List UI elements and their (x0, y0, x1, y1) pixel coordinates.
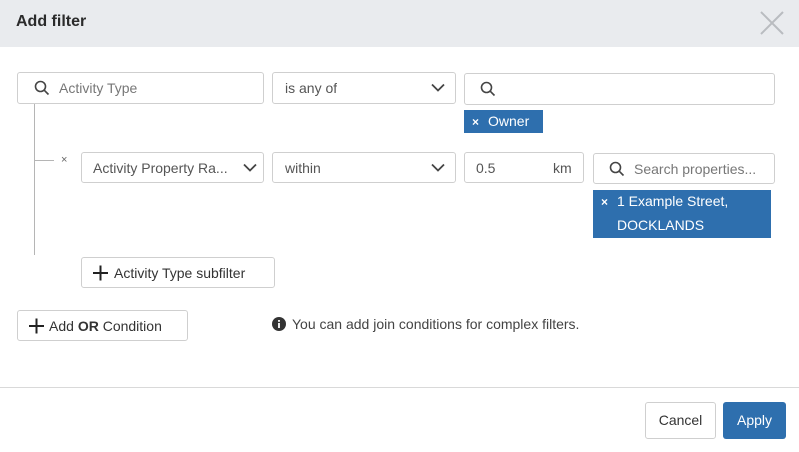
subfilter-field-select[interactable]: Activity Property Ra... (81, 152, 264, 183)
search-icon (609, 161, 625, 176)
property-line-1: 1 Example Street, (617, 193, 729, 209)
plus-icon (29, 318, 44, 333)
add-subfilter-button[interactable]: Activity Type subfilter (81, 257, 275, 288)
remove-tag-icon[interactable]: × (601, 195, 608, 209)
selected-value-tag: × Owner (464, 110, 543, 133)
chevron-down-icon (431, 163, 445, 172)
tree-line (34, 104, 35, 255)
distance-value: 0.5 (476, 159, 496, 176)
distance-unit: km (553, 159, 572, 176)
add-or-condition-button[interactable]: Add OR Condition (17, 310, 188, 341)
property-search-input[interactable]: Search properties... (593, 153, 775, 184)
add-or-suffix: Condition (102, 317, 162, 334)
field-select[interactable]: Activity Type (17, 72, 264, 104)
footer-divider (0, 387, 799, 388)
close-icon[interactable] (757, 8, 787, 38)
info-text: You can add join conditions for complex … (292, 316, 580, 332)
chevron-down-icon (431, 83, 445, 92)
subfilter-field-value: Activity Property Ra... (93, 159, 228, 176)
add-subfilter-label: Activity Type subfilter (114, 264, 246, 281)
subfilter-operator-value: within (285, 159, 321, 176)
cancel-button[interactable]: Cancel (645, 402, 716, 439)
operator-select[interactable]: is any of (272, 72, 456, 104)
operator-value: is any of (285, 80, 338, 96)
apply-button[interactable]: Apply (723, 402, 786, 439)
remove-subfilter-icon[interactable]: × (61, 154, 67, 166)
dialog-header: Add filter (0, 0, 799, 47)
selected-property-tag: × 1 Example Street, DOCKLANDS (593, 190, 771, 238)
remove-tag-icon[interactable]: × (472, 115, 479, 129)
tree-branch (34, 160, 54, 161)
info-message: You can add join conditions for complex … (272, 316, 579, 332)
dialog-title: Add filter (16, 13, 87, 30)
add-or-prefix: Add (49, 317, 74, 334)
add-or-bold: OR (77, 317, 99, 334)
property-line-2: DOCKLANDS (617, 217, 705, 233)
info-icon (272, 317, 286, 331)
tag-label: Owner (488, 113, 530, 129)
chevron-down-icon (243, 163, 257, 172)
search-icon (34, 80, 50, 96)
add-or-condition-label: Add OR Condition (49, 318, 162, 334)
search-icon (480, 81, 496, 97)
property-search-placeholder: Search properties... (634, 160, 757, 177)
distance-input[interactable]: 0.5 km (464, 152, 584, 183)
subfilter-operator-select[interactable]: within (272, 152, 456, 183)
plus-icon (93, 265, 108, 280)
field-placeholder: Activity Type (59, 80, 138, 96)
value-search-input[interactable] (464, 73, 775, 105)
